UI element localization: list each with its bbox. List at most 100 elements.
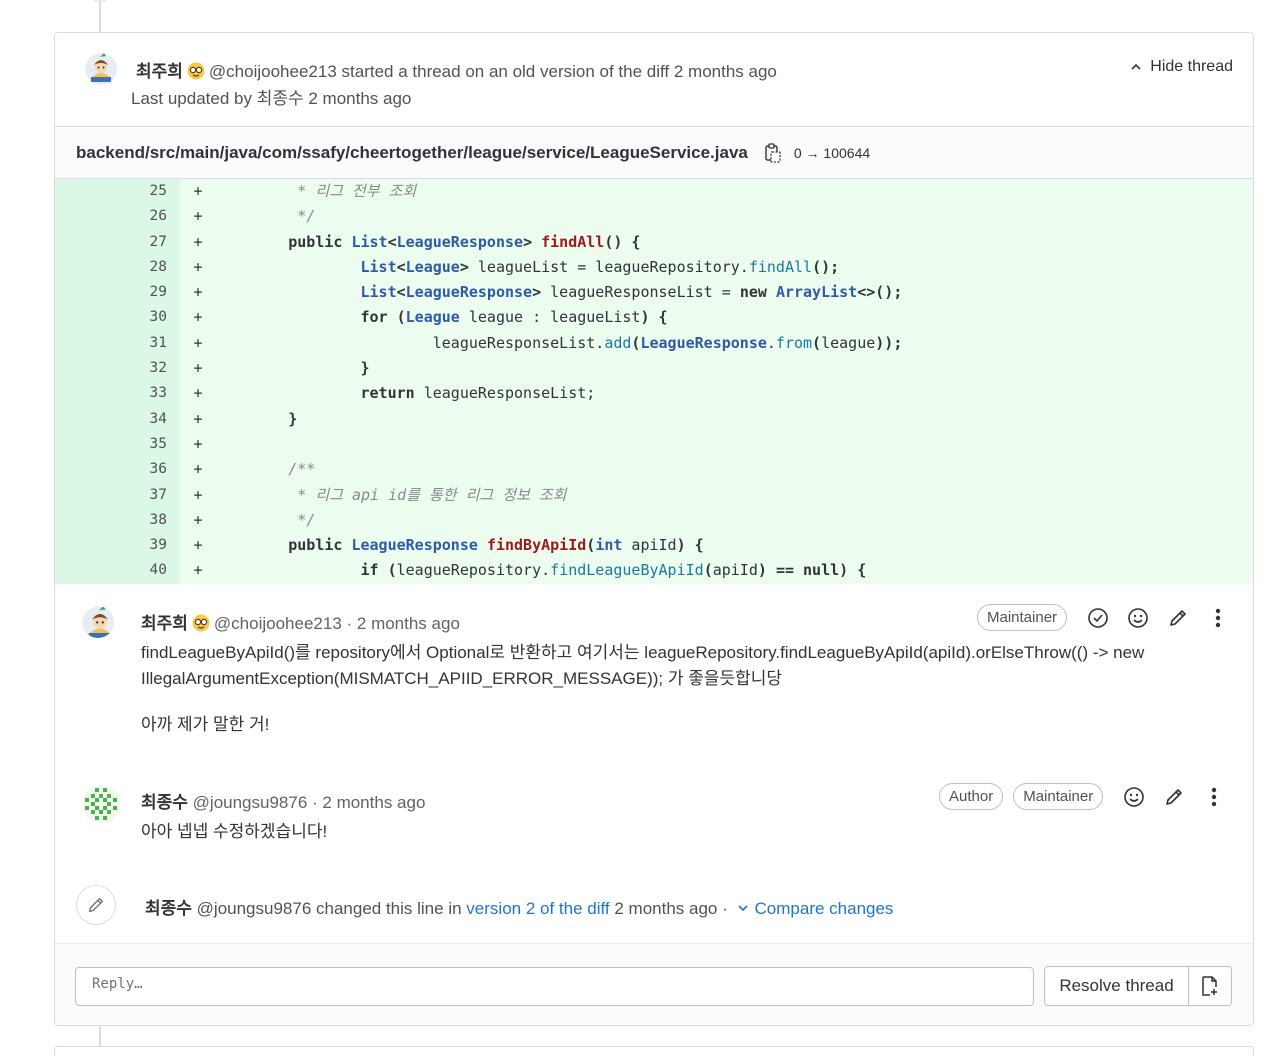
code-line: */ [216,207,316,226]
diff-sign: + [193,232,203,251]
diff-sign: + [193,510,203,529]
thread-header: 최주희 @choijoohee213 started a thread on an… [55,33,1253,127]
code-line: public List<LeagueResponse> findAll() { [288,232,641,251]
line-number[interactable]: 39 [55,533,180,559]
note-paragraph: 아까 제가 말한 거! [141,715,270,734]
line-number[interactable]: 32 [55,356,180,382]
line-number[interactable]: 29 [55,280,180,306]
diff-line: 38 + */ [55,507,1253,534]
thread-title: 최주희 @choijoohee213 started a thread on an… [136,57,777,82]
line-number[interactable]: 36 [55,457,180,483]
diff-sign: + [193,460,203,479]
note-actions: Author Maintainer [939,783,1227,810]
discussion-thread: 최주희 @choijoohee213 started a thread on an… [54,32,1254,1026]
add-reaction-icon[interactable] [1121,784,1147,810]
maintainer-badge: Maintainer [977,604,1068,631]
resolve-in-new-issue-button[interactable] [1188,966,1232,1006]
line-number[interactable]: 28 [55,254,180,281]
line-number[interactable]: 37 [55,482,180,508]
code-line: public LeagueResponse findByApiId(int ap… [288,536,704,555]
code-line: leagueResponseList.add(LeagueResponse.fr… [216,333,903,352]
diff-line: 36 + /** [55,457,1253,483]
discussion-note: 최주희 @choijoohee213 · 2 months ago Maintai… [55,583,1253,743]
edit-pencil-icon[interactable] [1165,605,1191,631]
author-name[interactable]: 최주희 [141,614,188,633]
note-paragraph: 아아 넵넵 수정하겠습니다! [141,822,328,841]
resolve-thread-button[interactable]: Resolve thread [1044,966,1189,1006]
code-line: for (League league : leagueList) { [360,308,668,327]
more-actions-icon[interactable] [1201,784,1227,810]
diff-sign: + [193,359,203,378]
note-header: 최주희 @choijoohee213 · 2 months ago [141,609,460,634]
line-number[interactable]: 38 [55,507,180,534]
file-path[interactable]: backend/src/main/java/com/ssafy/cheertog… [76,143,748,163]
thread-time[interactable]: 2 months ago [674,62,777,81]
diff-line: 39 + public LeagueResponse findByApiId(in… [55,533,1253,559]
code-line: */ [216,510,316,529]
code-line: * 리그 전부 조회 [216,182,417,200]
reply-area: Reply… Resolve thread [55,943,1253,1025]
system-note-time: 2 months ago · [614,899,728,918]
file-mode: 0 → 100644 [793,144,871,161]
line-number[interactable]: 30 [55,305,180,331]
hide-thread-button[interactable]: Hide thread [1130,58,1233,76]
last-updated-time: 2 months ago [308,89,412,108]
diff-sign: + [193,536,203,555]
diff-sign: + [193,257,203,276]
hide-thread-label: Hide thread [1150,58,1233,75]
diff-line: 30 + for (League league : leagueList) { [55,305,1253,331]
line-number[interactable]: 31 [55,330,180,357]
diff-sign: + [193,207,203,226]
system-note-action: @joungsu9876 changed this line in [196,899,462,918]
code-line: } [360,359,370,378]
line-number[interactable]: 25 [55,179,180,205]
compare-changes-toggle[interactable]: Compare changes [737,899,894,918]
diff-line: 34 + } [55,406,1253,432]
reply-input[interactable]: Reply… [75,967,1034,1006]
note-actions: Maintainer [977,604,1231,631]
line-number[interactable]: 26 [55,204,180,230]
author-name[interactable]: 최종수 [145,899,192,918]
diff-lines: 25 + * 리그 전부 조회 26 + */ 27 + public List<Le… [55,179,1253,584]
note-meta-text[interactable]: @joungsu9876 · 2 months ago [193,793,426,812]
code-line: * 리그 api id를 통한 리그 정보 조회 [216,485,567,504]
note-meta-text[interactable]: @choijoohee213 · 2 months ago [214,614,460,633]
line-number[interactable]: 40 [55,558,180,584]
compare-changes-label: Compare changes [754,899,894,918]
note-paragraph: findLeagueByApiId()를 repository에서 Option… [141,643,1145,688]
diff-line: 29 + List<LeagueResponse> leagueResponseL… [55,280,1253,306]
diff-sign: + [193,384,203,403]
resolve-check-icon[interactable] [1085,605,1111,631]
maintainer-badge: Maintainer [1013,783,1104,810]
author-handle[interactable]: @choijoohee213 [209,62,337,81]
diff-sign: + [193,283,203,302]
timeline-line [99,0,101,32]
line-number[interactable]: 34 [55,406,180,432]
line-number[interactable]: 35 [55,431,180,458]
diff-line: 28 + List<League> leagueList = leagueRepo… [55,254,1253,281]
edit-pencil-icon[interactable] [1161,784,1187,810]
code-line: /** [216,460,316,479]
nerd-face-emoji-icon [192,614,210,632]
author-name[interactable]: 최주희 [136,62,183,81]
diff-version-link[interactable]: version 2 of the diff [466,899,609,918]
line-number[interactable]: 27 [55,229,180,255]
note-body: findLeagueByApiId()를 repository에서 Option… [141,640,1211,738]
code-line: List<LeagueResponse> leagueResponseList … [360,283,903,302]
note-header: 최종수 @joungsu9876 · 2 months ago [141,788,425,813]
line-number[interactable]: 33 [55,381,180,407]
author-name[interactable]: 최종수 [141,793,188,812]
system-note: 최종수 @joungsu9876 changed this line in ve… [55,883,1253,943]
issue-new-icon [1202,976,1217,996]
note-body: 아아 넵넵 수정하겠습니다! [141,819,1211,845]
add-reaction-icon[interactable] [1125,605,1151,631]
avatar[interactable] [82,606,114,638]
avatar[interactable] [85,53,117,85]
nerd-face-emoji-icon [187,62,205,80]
copy-icon[interactable] [764,142,782,163]
last-updated-author[interactable]: 최종수 [257,89,304,108]
more-actions-icon[interactable] [1205,605,1231,631]
last-updated-label: Last updated by [131,89,252,108]
diff-line: 35 + [55,431,1253,458]
avatar[interactable] [82,785,120,823]
